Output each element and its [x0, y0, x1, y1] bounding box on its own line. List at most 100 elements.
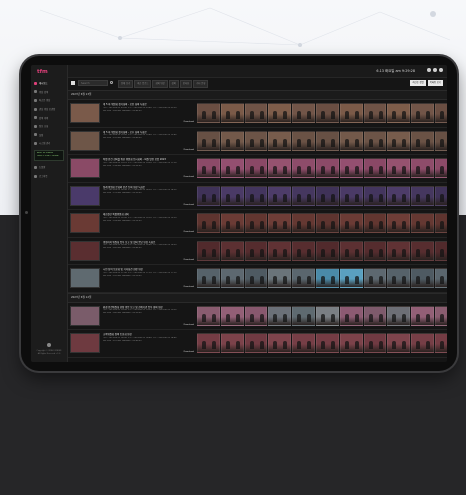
keyframe-thumbnail[interactable] [244, 240, 268, 261]
keyframe-thumbnail[interactable] [197, 158, 220, 179]
cloud-icon[interactable] [427, 68, 431, 72]
keyframe-thumbnail[interactable] [244, 268, 268, 289]
keyframe-thumbnail[interactable] [363, 103, 387, 124]
keyframe-thumbnail[interactable] [292, 185, 315, 206]
video-row[interactable]: 교육위원회 정책 토론회 영상 게시 : 2023-06-12 14:00, 분량… [68, 330, 447, 358]
filter-button[interactable]: 최근 업로드 [134, 80, 152, 88]
keyframe-thumbnail[interactable] [292, 268, 315, 289]
keyframe-thumbnail[interactable] [220, 305, 244, 326]
keyframe-thumbnail[interactable] [315, 213, 339, 234]
keyframe-thumbnail[interactable] [220, 158, 244, 179]
keyframe-thumbnail[interactable] [315, 103, 339, 124]
keyframe-thumbnail[interactable] [244, 213, 268, 234]
keyframe-thumbnail[interactable] [339, 130, 363, 151]
keyframe-thumbnail[interactable] [411, 103, 434, 124]
keyframe-thumbnail[interactable] [363, 185, 387, 206]
keyframe-thumbnail[interactable] [315, 130, 339, 151]
video-row[interactable]: 정례 위원회 본회의 안건 토의 영상 녹화본 게시 : 2023-06-13 1… [68, 183, 447, 210]
download-button[interactable]: Download [184, 121, 194, 123]
keyframe-thumbnail[interactable] [363, 130, 387, 151]
keyframe-thumbnail[interactable] [292, 333, 315, 354]
video-row[interactable]: 제 5 차 위원회 정기회의 - 오전 회의 녹화본 게시 : 2023-06-1… [68, 100, 447, 128]
filter-button[interactable]: 인터뷰 [179, 80, 193, 88]
download-button[interactable]: Download [184, 176, 194, 178]
keyframe-thumbnail[interactable] [268, 268, 292, 289]
keyframe-thumbnail[interactable] [434, 185, 447, 206]
keyframe-thumbnail[interactable] [411, 185, 434, 206]
video-thumbnail[interactable] [70, 130, 100, 151]
keyframe-thumbnail[interactable] [244, 158, 268, 179]
video-thumbnail[interactable] [70, 333, 100, 354]
keyframe-thumbnail[interactable] [434, 333, 447, 354]
logout-icon[interactable] [439, 68, 443, 72]
keyframe-thumbnail[interactable] [387, 213, 411, 234]
keyframe-thumbnail[interactable] [197, 268, 220, 289]
download-button[interactable]: Download [184, 286, 194, 288]
keyframe-thumbnail[interactable] [244, 333, 268, 354]
keyframe-thumbnail[interactable] [387, 130, 411, 151]
sidebar-item[interactable]: 검색 이력 [31, 113, 67, 122]
keyframe-thumbnail[interactable] [315, 240, 339, 261]
keyframe-thumbnail[interactable] [197, 103, 220, 124]
sidebar-item[interactable]: 도움말 [31, 163, 67, 172]
keyframe-thumbnail[interactable] [339, 213, 363, 234]
keyframe-thumbnail[interactable] [268, 305, 292, 326]
video-thumbnail[interactable] [70, 240, 100, 261]
keyframe-thumbnail[interactable] [268, 240, 292, 261]
keyframe-thumbnail[interactable] [387, 240, 411, 261]
search-input[interactable]: Search [78, 80, 108, 86]
video-thumbnail[interactable] [70, 268, 100, 289]
keyframe-thumbnail[interactable] [197, 333, 220, 354]
download-button[interactable]: Download [184, 324, 194, 326]
video-row[interactable]: 제 5 차 위원회 정기회의 - 오후 회의 녹화본 게시 : 2023-06-1… [68, 128, 447, 155]
keyframe-thumbnail[interactable] [339, 305, 363, 326]
keyframe-thumbnail[interactable] [411, 305, 434, 326]
keyframe-thumbnail[interactable] [197, 185, 220, 206]
keyframe-thumbnail[interactable] [363, 268, 387, 289]
keyframe-thumbnail[interactable] [292, 213, 315, 234]
filter-button[interactable]: 기타 분류 [193, 80, 209, 88]
keyframe-thumbnail[interactable] [387, 103, 411, 124]
sidebar-item[interactable]: 설정 [31, 131, 67, 140]
keyframe-thumbnail[interactable] [220, 130, 244, 151]
video-thumbnail[interactable] [70, 213, 100, 234]
video-thumbnail[interactable] [70, 305, 100, 326]
keyframe-thumbnail[interactable] [411, 213, 434, 234]
keyframe-thumbnail[interactable] [387, 185, 411, 206]
keyframe-thumbnail[interactable] [339, 333, 363, 354]
video-thumbnail[interactable] [70, 185, 100, 206]
app-logo[interactable]: tfm [37, 69, 48, 75]
download-button[interactable]: Download [184, 204, 194, 206]
download-button[interactable]: Download [184, 149, 194, 151]
keyframe-thumbnail[interactable] [220, 240, 244, 261]
video-row[interactable]: 예산결산 특별위원회 회의 게시 : 2023-06-13 15:00, 분량 :… [68, 210, 447, 238]
sidebar-item[interactable]: 관심 영상 보관함 [31, 105, 67, 114]
keyframe-thumbnail[interactable] [411, 130, 434, 151]
keyframe-thumbnail[interactable] [434, 268, 447, 289]
keyframe-thumbnail[interactable] [315, 333, 339, 354]
keyframe-thumbnail[interactable] [197, 213, 220, 234]
keyframe-thumbnail[interactable] [387, 158, 411, 179]
user-icon[interactable] [433, 68, 437, 72]
keyframe-thumbnail[interactable] [434, 130, 447, 151]
keyframe-thumbnail[interactable] [292, 305, 315, 326]
keyframe-thumbnail[interactable] [339, 185, 363, 206]
keyframe-thumbnail[interactable] [339, 268, 363, 289]
download-button[interactable]: Download [184, 259, 194, 261]
keyframe-thumbnail[interactable] [292, 240, 315, 261]
keyframe-thumbnail[interactable] [434, 305, 447, 326]
video-row[interactable]: 시민 참여 토론회 및 기자회견 현장 영상 게시 : 2023-06-13 17… [68, 265, 447, 293]
keyframe-thumbnail[interactable] [197, 240, 220, 261]
video-thumbnail[interactable] [70, 158, 100, 179]
view-select[interactable]: 목록형 보기 [427, 80, 443, 86]
keyframe-thumbnail[interactable] [244, 305, 268, 326]
keyframe-thumbnail[interactable] [244, 130, 268, 151]
search-icon[interactable] [110, 81, 113, 84]
sort-select[interactable]: 최신순 정렬 [410, 80, 426, 86]
keyframe-thumbnail[interactable] [411, 158, 434, 179]
keyframe-thumbnail[interactable] [292, 158, 315, 179]
keyframe-thumbnail[interactable] [434, 103, 447, 124]
keyframe-thumbnail[interactable] [411, 240, 434, 261]
keyframe-thumbnail[interactable] [197, 130, 220, 151]
keyframe-thumbnail[interactable] [268, 130, 292, 151]
